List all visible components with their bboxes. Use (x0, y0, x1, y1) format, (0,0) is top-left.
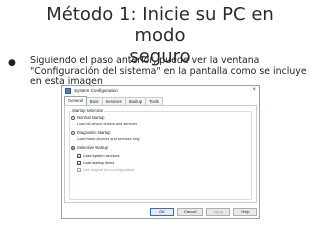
selective-startup-label: Selective startup (77, 145, 108, 150)
radio-selected-icon (71, 145, 75, 150)
ok-button[interactable]: OK (150, 208, 174, 216)
checkmark-icon: ✓ (77, 154, 82, 159)
normal-startup-label: Normal startup (77, 115, 105, 120)
dialog-buttons: OK Cancel Apply Help (150, 208, 258, 216)
tab-bar: General Boot Services Startup Tools (64, 96, 163, 105)
use-original-boot-config-label: Use original boot configuration (83, 168, 135, 172)
load-system-services-checkbox[interactable]: ✓ Load system services (77, 153, 120, 159)
tab-boot[interactable]: Boot (85, 97, 103, 105)
tab-services[interactable]: Services (101, 97, 126, 105)
radio-icon (71, 115, 75, 120)
startup-selection-label: Startup selection (71, 108, 105, 114)
close-icon[interactable]: × (252, 86, 256, 95)
dialog-titlebar[interactable]: System Configuration × (62, 86, 259, 96)
checkmark-icon: ✓ (77, 168, 82, 173)
tab-startup[interactable]: Startup (124, 97, 147, 105)
bullet-text: Siguiendo el paso anterior, puede ver la… (30, 56, 307, 86)
tab-tools[interactable]: Tools (145, 97, 163, 105)
selective-startup-radio[interactable]: Selective startup (71, 145, 108, 151)
checkmark-icon: ✓ (77, 161, 82, 166)
diagnostic-startup-desc: Load basic devices and services only (77, 137, 140, 141)
general-tab-panel: Startup selection Normal startup Load al… (64, 105, 257, 203)
help-button[interactable]: Help (233, 208, 258, 216)
slide-title-line1: Método 1: Inicie su PC en modo (46, 4, 274, 46)
normal-startup-desc: Load all device drivers and services (77, 122, 138, 126)
dialog-title: System Configuration (74, 88, 118, 93)
use-original-boot-config-checkbox: ✓ Use original boot configuration (77, 167, 134, 173)
apply-button: Apply (206, 208, 231, 216)
bullet-icon: ● (8, 58, 16, 68)
diagnostic-startup-label: Diagnostic startup (77, 130, 111, 135)
load-system-services-label: Load system services (83, 154, 120, 158)
cancel-button[interactable]: Cancel (177, 208, 204, 216)
radio-icon (71, 130, 75, 135)
system-config-icon (65, 88, 71, 94)
load-startup-items-label: Load startup items (83, 161, 115, 165)
system-configuration-dialog: System Configuration × General Boot Serv… (61, 85, 260, 219)
tab-general[interactable]: General (64, 96, 87, 105)
load-startup-items-checkbox[interactable]: ✓ Load startup items (77, 160, 114, 166)
bullet-item: ● Siguiendo el paso anterior, puede ver … (8, 56, 318, 86)
